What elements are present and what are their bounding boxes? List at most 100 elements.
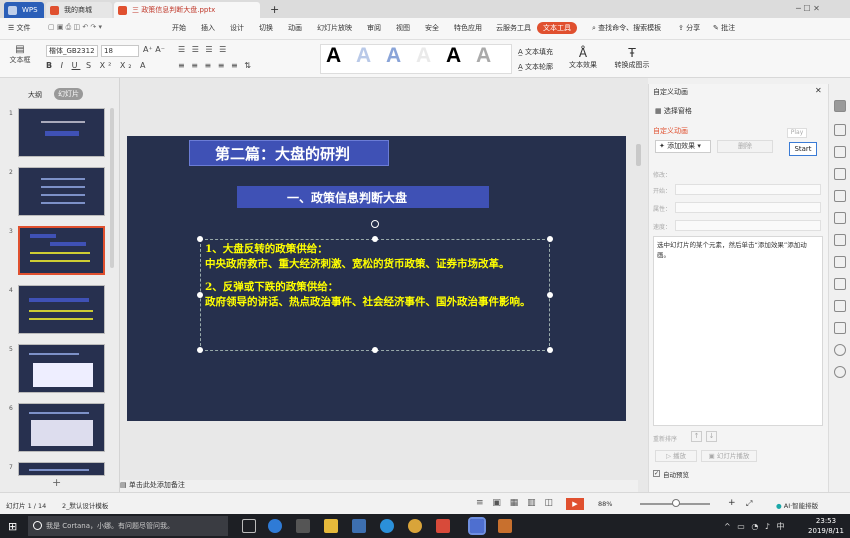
art-style-4[interactable]: A — [416, 44, 431, 68]
search-commands[interactable]: ⌕ 查找命令、搜索模板 — [592, 23, 661, 33]
image-app-icon[interactable] — [498, 519, 512, 533]
resize-handle-s[interactable] — [372, 347, 378, 353]
art-style-3[interactable]: A — [386, 44, 401, 68]
tab-slides[interactable]: 幻灯片 — [54, 88, 83, 100]
resize-handle-w[interactable] — [197, 292, 203, 298]
menu-transition[interactable]: 切换 — [259, 23, 273, 33]
ie-icon[interactable] — [380, 519, 394, 533]
slide-thumb-5[interactable] — [18, 344, 105, 393]
tab-outline[interactable]: 大纲 — [28, 90, 42, 100]
template-icon[interactable] — [834, 234, 846, 246]
panel-close-icon[interactable]: ✕ — [815, 86, 822, 95]
resize-handle-ne[interactable] — [547, 236, 553, 242]
start-button[interactable]: Start — [789, 142, 817, 156]
wps-app-icon[interactable] — [436, 519, 450, 533]
textbox-button[interactable]: ▤ 文本框 — [6, 44, 34, 65]
menu-features[interactable]: 特色应用 — [454, 23, 482, 33]
menu-home[interactable]: 开始 — [172, 23, 186, 33]
text-fill-button[interactable]: A̲ 文本填充 — [518, 47, 553, 57]
design-icon[interactable] — [834, 190, 846, 202]
format-buttons[interactable]: B I U S X² X₂ A — [46, 61, 149, 70]
menu-animation[interactable]: 动画 — [288, 23, 302, 33]
resize-handle-e[interactable] — [547, 292, 553, 298]
resize-handle-nw[interactable] — [197, 236, 203, 242]
notes-placeholder[interactable]: ▤ 单击此处添加备注 — [120, 480, 638, 492]
font-name-select[interactable]: 楷体_GB2312 — [46, 45, 98, 57]
app-icon-5[interactable] — [352, 519, 366, 533]
slides-panel-scrollbar[interactable] — [110, 108, 114, 268]
menu-security[interactable]: 安全 — [425, 23, 439, 33]
new-tab-button[interactable]: + — [266, 2, 282, 18]
menu-view[interactable]: 视图 — [396, 23, 410, 33]
slideshow-button[interactable]: ▣ 幻灯片播放 — [701, 450, 757, 462]
menu-review[interactable]: 审阅 — [367, 23, 381, 33]
add-slide-button[interactable]: + — [52, 476, 61, 489]
menu-insert[interactable]: 插入 — [201, 23, 215, 33]
edge-icon[interactable] — [268, 519, 282, 533]
chrome-icon[interactable] — [408, 519, 422, 533]
body-text[interactable]: 1、大盘反转的政策供给： 中央政府救市、重大经济刺激、宽松的货币政策、证券市场改… — [205, 242, 547, 310]
zoom-in-icon[interactable]: + — [728, 498, 736, 508]
view-buttons[interactable]: ≡ ▣ ▦ ▥ ◫ — [476, 498, 556, 508]
selection-pane-button[interactable]: ▦ 选择窗格 — [655, 106, 692, 116]
help-icon[interactable] — [834, 344, 846, 356]
task-view-icon[interactable] — [242, 519, 256, 533]
start-icon[interactable]: ⊞ — [8, 520, 17, 533]
cortana-search[interactable]: 我是 Cortana，小娜。有问题尽管问我。 — [28, 516, 228, 536]
text-outline-button[interactable]: A̲ 文本轮廓 — [518, 62, 553, 72]
menu-slideshow[interactable]: 幻灯片放映 — [317, 23, 352, 33]
resize-handle-se[interactable] — [547, 347, 553, 353]
start-select[interactable] — [675, 184, 821, 195]
slide-thumb-3-selected[interactable] — [18, 226, 105, 275]
tab-document[interactable]: 三 政策信息判断大盘.pptx — [114, 2, 260, 18]
quick-access-toolbar[interactable]: ▢ ▣ ⎙ ◫ ↶ ↷ ▾ — [48, 23, 102, 32]
table-icon[interactable] — [834, 300, 846, 312]
speed-select[interactable] — [675, 220, 821, 231]
slide-thumb-6[interactable] — [18, 403, 105, 452]
play-button[interactable]: ▷ 播放 — [655, 450, 697, 462]
zoom-level[interactable]: 88% — [598, 500, 612, 508]
art-style-6[interactable]: A — [476, 44, 491, 68]
move-down-icon[interactable]: ↓ — [706, 431, 717, 442]
animation-icon[interactable] — [834, 124, 846, 136]
font-size-select[interactable]: 18 — [101, 45, 139, 57]
rotate-handle[interactable] — [371, 220, 379, 228]
backup-icon[interactable] — [834, 256, 846, 268]
canvas-scrollbar[interactable] — [636, 144, 641, 166]
menu-text-tools[interactable]: 文本工具 — [537, 22, 577, 34]
paragraph-buttons[interactable]: ☰ ☰ ☰ ☰ — [178, 45, 228, 54]
share-button[interactable]: ⇪ 分享 — [678, 23, 700, 33]
system-tray[interactable]: ^ ▭ ◔ ♪ 中 — [724, 521, 787, 532]
align-buttons[interactable]: ≡ ≡ ≡ ≡ ≡ ⇅ — [178, 61, 253, 70]
slide-thumb-4[interactable] — [18, 285, 105, 334]
resize-handle-sw[interactable] — [197, 347, 203, 353]
object-property-icon[interactable] — [834, 100, 846, 112]
image-icon[interactable] — [834, 278, 846, 290]
text-effect-button[interactable]: Å 文本效果 — [566, 46, 600, 70]
active-app-icon[interactable] — [468, 517, 486, 535]
font-grow-shrink[interactable]: A⁺ A⁻ — [143, 45, 165, 54]
property-select[interactable] — [675, 202, 821, 213]
transition-icon[interactable] — [834, 146, 846, 158]
play-slideshow-button[interactable]: ▶ — [566, 498, 584, 510]
slide-thumb-1[interactable] — [18, 108, 105, 157]
convert-to-smartart-button[interactable]: Ŧ 转换成图示 — [612, 46, 652, 70]
menu-cloud-tools[interactable]: 云服务工具 — [496, 23, 531, 33]
zoom-slider-thumb[interactable] — [672, 499, 680, 507]
tab-wps-home[interactable]: WPS — [4, 2, 44, 18]
arrange-icon[interactable] — [834, 168, 846, 180]
add-effect-button[interactable]: ✦ 添加效果 ▾ — [655, 140, 711, 153]
tab-store[interactable]: 我的商城 — [46, 2, 112, 18]
slide-thumb-2[interactable] — [18, 167, 105, 216]
slide-thumb-7[interactable] — [18, 462, 105, 476]
menu-file[interactable]: ☰ 文件 — [8, 23, 31, 33]
store-app-icon[interactable] — [296, 519, 310, 533]
clipart-icon[interactable] — [834, 212, 846, 224]
art-style-5[interactable]: A — [446, 44, 461, 68]
slide-canvas[interactable]: 第二篇：大盘的研判 一、政策信息判断大盘 1、大盘反转的政策供给： 中央政府救市… — [127, 136, 626, 421]
animation-list[interactable] — [653, 236, 823, 426]
shape-icon[interactable] — [834, 322, 846, 334]
file-explorer-icon[interactable] — [324, 519, 338, 533]
art-style-1[interactable]: A — [326, 44, 341, 68]
comment-button[interactable]: ✎ 批注 — [713, 23, 735, 33]
